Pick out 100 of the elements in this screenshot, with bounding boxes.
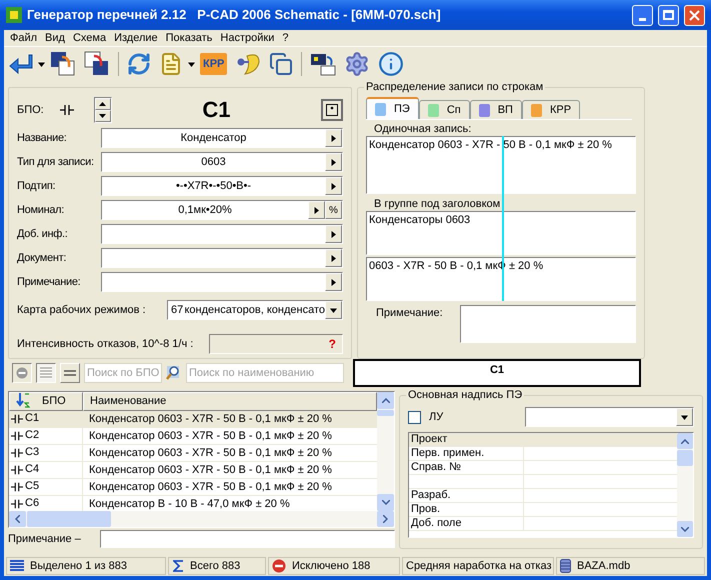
table-row[interactable]: Пров.: [409, 503, 677, 517]
table-cell-text: Конденсатор 0603 - X7R - 50 В - 0,1 мкФ ± 20 %: [88, 428, 332, 444]
table-row[interactable]: C3 Конденсатор 0603 - X7R - 50 В - 0,1 мкФ ± 20 %: [9, 444, 377, 462]
list-view-button[interactable]: [36, 363, 56, 383]
text-area[interactable]: [460, 305, 636, 343]
capacitor-icon: [11, 414, 23, 424]
name-search-field[interactable]: Поиск по наименованию: [186, 363, 344, 383]
status-panel: Выделено 1 из 883: [6, 557, 166, 575]
combo-field[interactable]: Конденсатор: [101, 128, 343, 148]
triangle-right-icon: [330, 254, 337, 262]
window-title: Генератор перечней 2.12 P-CAD 2006 Schematic - [6MM-070.sch]: [27, 6, 442, 24]
pin-icon: [235, 52, 262, 76]
table-row[interactable]: C1 Конденсатор 0603 - X7R - 50 В - 0,1 мкФ ± 20 %: [9, 410, 377, 428]
combo-field[interactable]: 0,1мк•20% %: [101, 200, 343, 220]
no-entry-icon: [272, 559, 286, 573]
combo-field[interactable]: •-•X7R•-•50•В•-: [101, 176, 343, 196]
maximize-button[interactable]: [658, 4, 679, 26]
field-label: Доб. инф.:: [17, 226, 68, 242]
dropdown-field[interactable]: 67конденсаторов, конденсато: [167, 300, 343, 320]
vertical-scrollbar[interactable]: [677, 433, 693, 537]
minimize-button[interactable]: [632, 4, 653, 26]
info-icon: [378, 51, 404, 77]
table-cell-text: C4: [25, 462, 40, 478]
table-row[interactable]: C5 Конденсатор 0603 - X7R - 50 В - 0,1 мкФ ± 20 %: [9, 478, 377, 496]
combo-field[interactable]: [101, 248, 343, 268]
table-cell: Разраб.: [409, 489, 524, 502]
table-row[interactable]: Разраб.: [409, 489, 677, 503]
database-icon: [560, 559, 571, 573]
window-arrow-icon: [84, 51, 110, 77]
combo-field[interactable]: [101, 272, 343, 292]
status-panel: Исключено 188: [268, 557, 400, 575]
dropdown-field[interactable]: [525, 407, 694, 427]
group-title: Основная надпись ПЭ: [406, 388, 524, 402]
expand-button[interactable]: [325, 249, 342, 267]
table-row[interactable]: C2 Конденсатор 0603 - X7R - 50 В - 0,1 мкФ ± 20 %: [9, 428, 377, 444]
menu-item[interactable]: Вид: [41, 30, 69, 46]
spin-button[interactable]: [94, 97, 112, 123]
tab[interactable]: ПЭ: [366, 97, 419, 119]
single-entry-label: Одиночная запись:: [374, 122, 472, 136]
table-row[interactable]: Доб. поле: [409, 517, 677, 531]
table-cell: Доб. поле: [409, 517, 524, 530]
column-header[interactable]: БПО: [9, 392, 83, 410]
table-cell-text: C1: [25, 411, 40, 426]
text-area[interactable]: Конденсаторы 0603: [366, 211, 636, 255]
triangle-right-icon: [330, 278, 337, 286]
menu-item[interactable]: Настройки: [216, 30, 278, 46]
caret-up-icon: [99, 102, 106, 106]
dot-frame-icon: [326, 104, 338, 116]
caret-down-icon: [99, 114, 106, 118]
dropdown-button[interactable]: [676, 408, 693, 426]
tab[interactable]: Сп: [418, 100, 470, 119]
table-row[interactable]: C4 Конденсатор 0603 - X7R - 50 В - 0,1 мкФ ± 20 %: [9, 462, 377, 478]
exclude-toggle-button[interactable]: [12, 363, 32, 383]
triangle-right-icon: [330, 230, 337, 238]
horizontal-scrollbar[interactable]: [9, 511, 394, 527]
bpo-label: БПО:: [17, 102, 44, 118]
scroll-thumb[interactable]: [677, 450, 693, 466]
menu-item[interactable]: ?: [278, 30, 292, 46]
text-area[interactable]: [100, 530, 395, 548]
table-cell: Пров.: [409, 503, 524, 516]
pick-button[interactable]: [321, 99, 343, 121]
compact-view-button[interactable]: [60, 363, 80, 383]
lines-icon: [64, 369, 76, 377]
tab[interactable]: ВП: [470, 100, 522, 119]
scroll-thumb[interactable]: [377, 410, 394, 416]
expand-button[interactable]: [325, 129, 342, 147]
group-title: Распределение записи по строкам: [364, 80, 546, 94]
menu-item[interactable]: Схема: [68, 30, 110, 46]
combo-field[interactable]: [101, 224, 343, 244]
column-header[interactable]: Наименование: [83, 392, 377, 410]
menu-item[interactable]: Изделие: [110, 30, 162, 46]
text-area[interactable]: Конденсатор 0603 - X7R - 50 В - 0,1 мкФ ± 20 %: [366, 136, 636, 194]
scroll-thumb[interactable]: [27, 511, 111, 527]
expand-button[interactable]: [325, 225, 342, 243]
table-cell-text: Конденсатор 0603 - X7R - 50 В - 0,1 мкФ ± 20 %: [88, 412, 332, 426]
menu-item[interactable]: Показать: [162, 30, 216, 46]
settings-icon: [344, 51, 370, 77]
combo-field[interactable]: 0603: [101, 152, 343, 172]
vertical-scrollbar[interactable]: [377, 392, 394, 511]
tab[interactable]: КРР: [522, 100, 580, 119]
expand-button[interactable]: [325, 273, 342, 291]
expand-button[interactable]: [325, 177, 342, 195]
table-cell: Справ. №: [409, 461, 524, 474]
checkbox-label: ЛУ: [429, 410, 444, 425]
expand-button[interactable]: [325, 153, 342, 171]
table-row[interactable]: Справ. №: [409, 461, 677, 475]
search-icon: [166, 365, 182, 381]
designator-preview: C1: [353, 359, 641, 387]
menu-item[interactable]: Файл: [6, 30, 42, 46]
table-row[interactable]: Перв. примен.: [409, 447, 677, 461]
minimize-icon: [639, 18, 646, 20]
checkbox[interactable]: [408, 410, 421, 424]
table-row[interactable]: Проект: [409, 433, 677, 447]
expand-button[interactable]: [308, 201, 325, 219]
percent-button[interactable]: %: [325, 201, 342, 219]
document-icon: [159, 52, 183, 76]
note-label: Примечание:: [376, 306, 444, 321]
close-button[interactable]: [684, 4, 705, 26]
bpo-search-field[interactable]: Поиск по БПО: [84, 363, 162, 383]
dropdown-button[interactable]: [325, 301, 342, 319]
